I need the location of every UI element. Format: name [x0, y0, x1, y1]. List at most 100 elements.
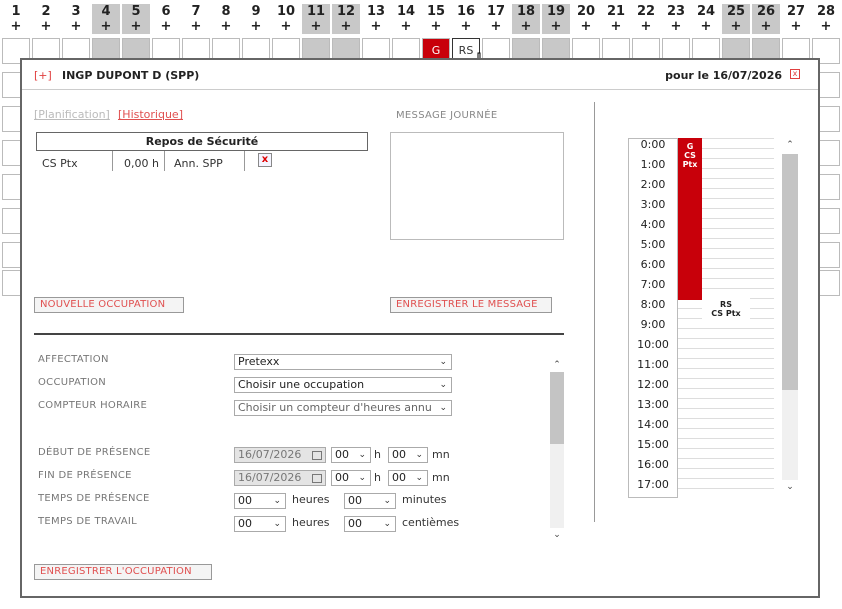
- calendar-day-9[interactable]: 9 +: [242, 4, 270, 34]
- add-icon[interactable]: +: [62, 19, 90, 34]
- occupation-block-rs[interactable]: RS CS Ptx: [702, 298, 750, 322]
- calendar-day-17[interactable]: 17 +: [482, 4, 510, 34]
- fin-minute-select[interactable]: 00 ⌄: [388, 470, 428, 486]
- add-icon[interactable]: +: [752, 19, 780, 34]
- day-number: 9: [251, 4, 261, 19]
- calendar-day-4[interactable]: 4 +: [92, 4, 120, 34]
- save-message-button[interactable]: ENREGISTRER LE MESSAGE: [390, 297, 552, 313]
- debut-date-input[interactable]: 16/07/2026: [234, 447, 326, 463]
- add-icon[interactable]: +: [452, 19, 480, 34]
- add-icon[interactable]: +: [122, 19, 150, 34]
- block-code: G: [686, 142, 694, 151]
- calendar-day-1[interactable]: 1 +: [2, 4, 30, 34]
- hour-label: 9:00: [640, 318, 666, 331]
- form-scrollbar[interactable]: ⌃ ⌄: [550, 358, 564, 542]
- occupation-select[interactable]: Choisir une occupation ⌄: [234, 377, 452, 393]
- occupation-block-g[interactable]: G CS Ptx: [678, 138, 702, 300]
- calendar-day-18[interactable]: 18 +: [512, 4, 540, 34]
- close-icon[interactable]: x: [790, 69, 800, 79]
- debut-hour-value: 00: [335, 448, 349, 461]
- save-occupation-button[interactable]: ENREGISTRER L'OCCUPATION: [34, 564, 212, 580]
- compteur-label: COMPTEUR HORAIRE: [38, 400, 148, 411]
- scroll-down-icon[interactable]: ⌄: [550, 528, 564, 542]
- calendar-day-27[interactable]: 27 +: [782, 4, 810, 34]
- calendar-day-10[interactable]: 10 +: [272, 4, 300, 34]
- calendar-icon[interactable]: [312, 474, 322, 483]
- add-icon[interactable]: +: [422, 19, 450, 34]
- debut-hour-select[interactable]: 00 ⌄: [331, 447, 371, 463]
- calendar-day-13[interactable]: 13 +: [362, 4, 390, 34]
- add-icon[interactable]: +: [302, 19, 330, 34]
- calendar-day-19[interactable]: 19 +: [542, 4, 570, 34]
- presence-hours-select[interactable]: 00 ⌄: [234, 493, 286, 509]
- calendar-icon[interactable]: [312, 451, 322, 460]
- add-icon[interactable]: +: [662, 19, 690, 34]
- new-occupation-button[interactable]: NOUVELLE OCCUPATION: [34, 297, 184, 313]
- scroll-down-icon[interactable]: ⌄: [782, 480, 798, 494]
- add-icon[interactable]: +: [212, 19, 240, 34]
- calendar-day-12[interactable]: 12 +: [332, 4, 360, 34]
- calendar-day-7[interactable]: 7 +: [182, 4, 210, 34]
- affectation-select[interactable]: Pretexx ⌄: [234, 354, 452, 370]
- calendar-day-16[interactable]: 16 +: [452, 4, 480, 34]
- debut-minute-select[interactable]: 00 ⌄: [388, 447, 428, 463]
- scroll-thumb[interactable]: [782, 154, 798, 390]
- travail-centiemes-select[interactable]: 00 ⌄: [344, 516, 396, 532]
- calendar-day-15[interactable]: 15 +: [422, 4, 450, 34]
- delete-icon[interactable]: x: [258, 153, 272, 167]
- calendar-day-23[interactable]: 23 +: [662, 4, 690, 34]
- add-icon[interactable]: +: [362, 19, 390, 34]
- add-icon[interactable]: +: [572, 19, 600, 34]
- scroll-up-icon[interactable]: ⌃: [550, 358, 564, 372]
- add-icon[interactable]: +: [272, 19, 300, 34]
- fin-date-input[interactable]: 16/07/2026: [234, 470, 326, 486]
- timeline-gridline: [678, 328, 774, 329]
- add-icon[interactable]: +: [512, 19, 540, 34]
- scroll-up-icon[interactable]: ⌃: [782, 138, 798, 152]
- add-icon[interactable]: +: [242, 19, 270, 34]
- calendar-day-20[interactable]: 20 +: [572, 4, 600, 34]
- add-icon[interactable]: +: [392, 19, 420, 34]
- fin-hour-select[interactable]: 00 ⌄: [331, 470, 371, 486]
- fin-label: FIN DE PRÉSENCE: [38, 470, 132, 481]
- message-textarea[interactable]: [390, 132, 564, 240]
- calendar-day-28[interactable]: 28 +: [812, 4, 840, 34]
- calendar-day-21[interactable]: 21 +: [602, 4, 630, 34]
- add-icon[interactable]: +: [812, 19, 840, 34]
- calendar-day-11[interactable]: 11 +: [302, 4, 330, 34]
- calendar-day-2[interactable]: 2 +: [32, 4, 60, 34]
- add-icon[interactable]: +: [32, 19, 60, 34]
- add-icon[interactable]: +: [92, 19, 120, 34]
- calendar-day-5[interactable]: 5 +: [122, 4, 150, 34]
- calendar-day-26[interactable]: 26 +: [752, 4, 780, 34]
- add-icon[interactable]: +: [2, 19, 30, 34]
- add-icon[interactable]: +: [722, 19, 750, 34]
- timeline-scrollbar[interactable]: ⌃ ⌄: [782, 138, 798, 496]
- chevron-down-icon: ⌄: [439, 357, 447, 367]
- presence-minutes-select[interactable]: 00 ⌄: [344, 493, 396, 509]
- add-icon[interactable]: +: [602, 19, 630, 34]
- add-icon[interactable]: +: [542, 19, 570, 34]
- add-icon[interactable]: +: [692, 19, 720, 34]
- expand-toggle[interactable]: [+]: [34, 69, 52, 82]
- add-icon[interactable]: +: [182, 19, 210, 34]
- calendar-day-3[interactable]: 3 +: [62, 4, 90, 34]
- fin-hour-value: 00: [335, 471, 349, 484]
- travail-hours-select[interactable]: 00 ⌄: [234, 516, 286, 532]
- add-icon[interactable]: +: [782, 19, 810, 34]
- calendar-day-14[interactable]: 14 +: [392, 4, 420, 34]
- calendar-day-25[interactable]: 25 +: [722, 4, 750, 34]
- compteur-value: Choisir un compteur d'heures annu: [238, 401, 432, 414]
- calendar-day-8[interactable]: 8 +: [212, 4, 240, 34]
- calendar-day-6[interactable]: 6 +: [152, 4, 180, 34]
- calendar-day-22[interactable]: 22 +: [632, 4, 660, 34]
- calendar-day-24[interactable]: 24 +: [692, 4, 720, 34]
- add-icon[interactable]: +: [482, 19, 510, 34]
- tab-historique[interactable]: [Historique]: [118, 108, 183, 121]
- tab-planification[interactable]: [Planification]: [34, 108, 110, 121]
- add-icon[interactable]: +: [332, 19, 360, 34]
- compteur-select[interactable]: Choisir un compteur d'heures annu ⌄: [234, 400, 452, 416]
- add-icon[interactable]: +: [152, 19, 180, 34]
- scroll-thumb[interactable]: [550, 372, 564, 444]
- add-icon[interactable]: +: [632, 19, 660, 34]
